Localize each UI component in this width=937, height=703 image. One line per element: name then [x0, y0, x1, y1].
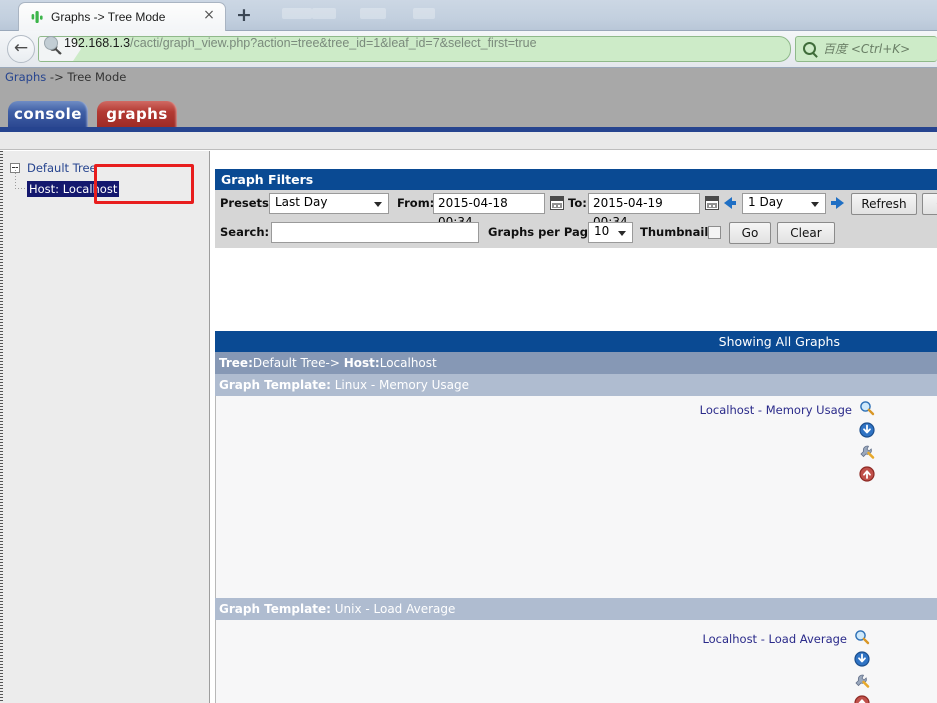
- breadcrumb-current: Tree Mode: [67, 70, 127, 84]
- breadcrumb: Graphs -> Tree Mode: [5, 69, 126, 85]
- graph-action-icons-1: [859, 400, 877, 488]
- search-input[interactable]: [271, 222, 479, 243]
- tree-path-bar: Tree:Default Tree-> Host:Localhost: [215, 352, 937, 374]
- interval-value: 1 Day: [748, 195, 784, 209]
- graph-template-bar-2: Graph Template: Unix - Load Average: [215, 598, 937, 620]
- ghost-artifact: [282, 8, 312, 19]
- from-input[interactable]: 2015-04-18 00:34: [433, 193, 545, 229]
- cactus-icon: [29, 9, 45, 25]
- wrench-icon[interactable]: [859, 444, 875, 460]
- to-label: To:: [568, 196, 587, 210]
- search-icon: [803, 42, 816, 55]
- cacti-page: console graphs Graphs -> Tree Mode Defau…: [0, 68, 937, 703]
- back-button[interactable]: ←: [7, 35, 35, 63]
- sidebar-dotted-edge: [0, 151, 3, 703]
- presets-select[interactable]: Last Day: [269, 193, 389, 214]
- csv-export-icon[interactable]: [859, 422, 875, 438]
- close-icon[interactable]: ×: [202, 8, 216, 23]
- tab-graphs[interactable]: graphs: [97, 101, 177, 128]
- browser-tab[interactable]: Graphs -> Tree Mode ×: [18, 2, 226, 31]
- tree-path-host-key: Host:: [343, 356, 380, 370]
- graph-caption-2: Localhost - Load Average: [702, 632, 847, 646]
- csv-export-icon[interactable]: [854, 651, 870, 667]
- page-top-icon[interactable]: [854, 695, 870, 703]
- breadcrumb-root[interactable]: Graphs: [5, 70, 46, 84]
- graph-template-bar-1: Graph Template: Linux - Memory Usage: [215, 374, 937, 396]
- thumbnails-checkbox[interactable]: [708, 226, 721, 239]
- presets-value: Last Day: [275, 195, 328, 209]
- graph-template-value: Linux - Memory Usage: [334, 378, 470, 392]
- go-button[interactable]: Go: [729, 222, 771, 244]
- graphs-per-page-label: Graphs per Page:: [488, 225, 601, 239]
- to-input[interactable]: 2015-04-19 00:34: [588, 193, 700, 229]
- new-tab-button[interactable]: +: [234, 6, 254, 26]
- browser-tab-strip: Graphs -> Tree Mode × +: [0, 0, 937, 31]
- breadcrumb-separator: ->: [46, 70, 68, 84]
- graphs-per-page-value: 10: [594, 224, 610, 238]
- graph-template-key: Graph Template:: [219, 602, 331, 616]
- graph-panel-1: [215, 396, 937, 599]
- showing-graphs-text: Showing All Graphs: [718, 334, 840, 349]
- graph-action-icons-2: [854, 629, 872, 703]
- from-label: From:: [397, 196, 435, 210]
- graph-template-value: Unix - Load Average: [334, 602, 456, 616]
- page-top-icon[interactable]: [859, 466, 875, 482]
- panel-divider: [215, 396, 216, 599]
- address-bar-text: 192.168.1.3/cacti/graph_view.php?action=…: [64, 35, 684, 51]
- breadcrumb-bar: [0, 132, 937, 150]
- wrench-icon[interactable]: [854, 673, 870, 689]
- graph-filters-title: Graph Filters: [215, 169, 937, 190]
- clear-button-top[interactable]: Clear: [922, 193, 937, 215]
- tree-path-tree-value: Default Tree->: [252, 356, 344, 370]
- browser-tab-title: Graphs -> Tree Mode: [51, 10, 166, 24]
- graphs-per-page-select[interactable]: 10: [588, 222, 633, 243]
- tree-path-host-value: Localhost: [379, 356, 437, 370]
- graph-caption-1: Localhost - Memory Usage: [699, 403, 852, 417]
- ghost-artifact: [312, 8, 336, 19]
- url-path: /cacti/graph_view.php?action=tree&tree_i…: [130, 36, 537, 50]
- presets-label: Presets:: [220, 196, 274, 210]
- tab-console[interactable]: console: [8, 101, 88, 128]
- calendar-icon[interactable]: [550, 196, 564, 210]
- arrow-right-icon[interactable]: [831, 197, 845, 209]
- search-placeholder: 百度 <Ctrl+K>: [823, 42, 911, 56]
- tree-sidebar: [0, 151, 210, 703]
- tree-path-tree-key: Tree:: [219, 356, 253, 370]
- search-label: Search:: [220, 225, 270, 239]
- tree-node-label: Default Tree: [27, 161, 97, 175]
- browser-search-box[interactable]: 百度 <Ctrl+K>: [795, 36, 937, 62]
- panel-divider: [215, 620, 216, 703]
- graph-template-key: Graph Template:: [219, 378, 331, 392]
- ghost-artifact: [360, 8, 386, 19]
- annotation-rectangle: [94, 164, 194, 204]
- url-host: 192.168.1.3: [64, 36, 131, 50]
- calendar-icon[interactable]: [705, 196, 719, 210]
- ghost-artifact: [413, 8, 435, 19]
- zoom-icon[interactable]: [859, 400, 875, 416]
- zoom-icon[interactable]: [854, 629, 870, 645]
- tree-connector-line: [15, 167, 16, 189]
- interval-select[interactable]: 1 Day: [742, 193, 826, 214]
- tree-connector-line: [15, 188, 25, 189]
- arrow-left-icon[interactable]: [724, 197, 738, 209]
- clear-button[interactable]: Clear: [777, 222, 835, 244]
- site-globe-icon: [44, 36, 58, 50]
- browser-window: Graphs -> Tree Mode × + ← 192.168.1.3/ca…: [0, 0, 937, 703]
- refresh-button[interactable]: Refresh: [851, 193, 917, 215]
- browser-toolbar: ← 192.168.1.3/cacti/graph_view.php?actio…: [0, 31, 937, 68]
- graph-view-main: Graph Filters Presets: Last Day From: 20…: [211, 151, 937, 703]
